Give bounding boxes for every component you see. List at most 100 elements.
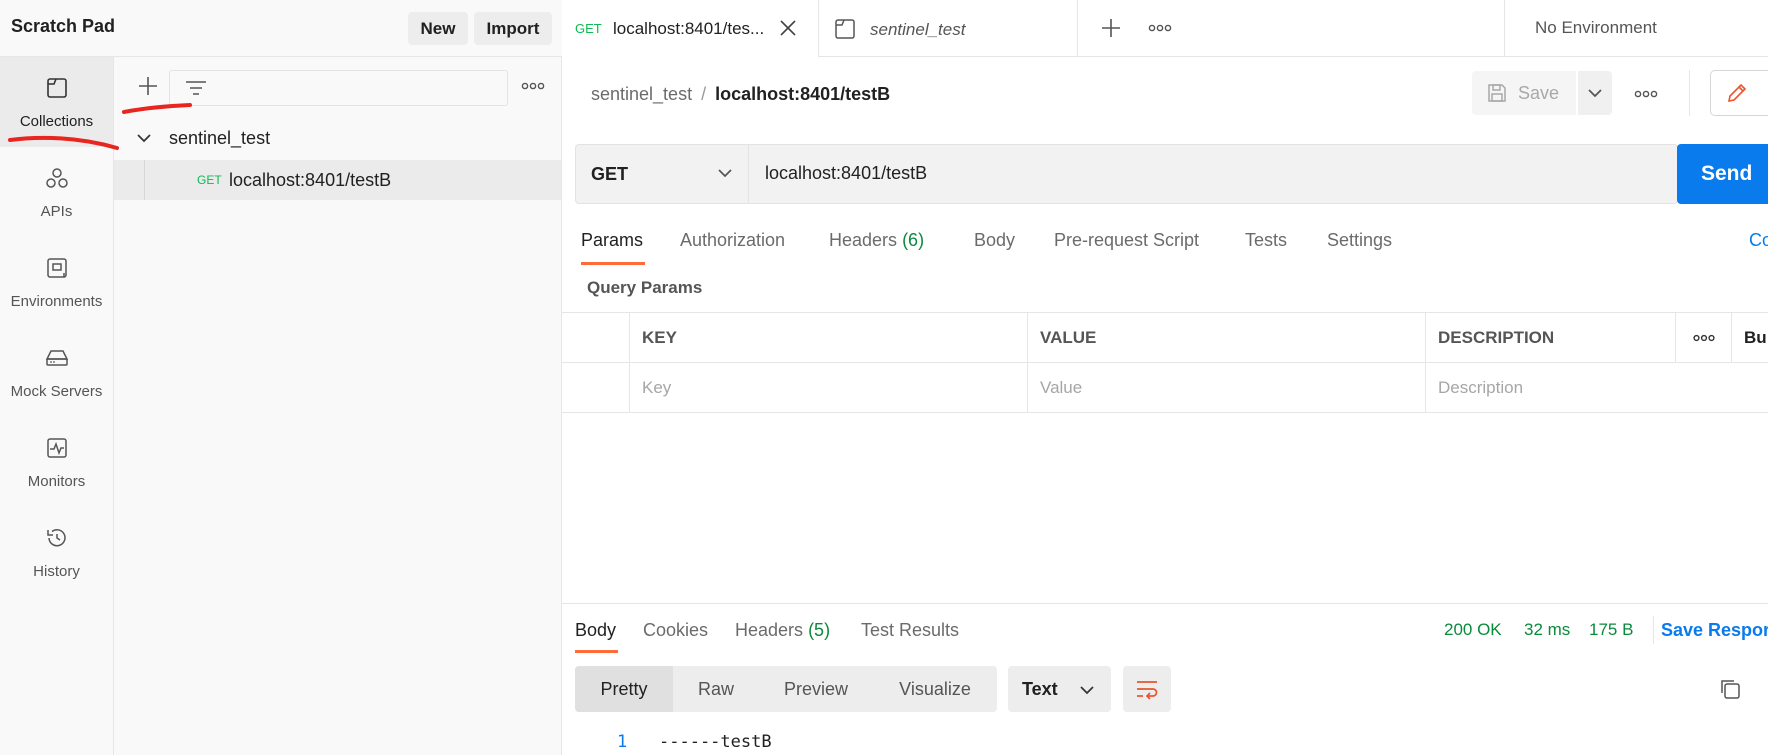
sidebar-item-label: Monitors <box>27 472 86 490</box>
bulk-edit-link[interactable]: Bu <box>1731 313 1768 363</box>
chevron-down-icon <box>1588 89 1602 98</box>
response-panel: Body Cookies Headers (5) Test Results 20… <box>562 603 1768 755</box>
response-tab-headers[interactable]: Headers (5) <box>735 620 830 641</box>
copy-button[interactable] <box>1717 676 1743 702</box>
more-horizontal-icon <box>1634 90 1658 98</box>
chevron-down-icon <box>718 169 732 178</box>
response-time[interactable]: 32 ms <box>1524 620 1570 640</box>
breadcrumb: sentinel_test / localhost:8401/testB <box>591 84 890 105</box>
format-raw[interactable]: Raw <box>673 666 759 712</box>
sidebar-item-label: APIs <box>40 202 73 220</box>
response-body-line[interactable]: ------testB <box>659 732 772 752</box>
wrap-lines-button[interactable] <box>1123 666 1171 712</box>
tab-title: sentinel_test <box>870 20 966 39</box>
sidebar-item-label: Collections <box>19 112 94 130</box>
save-button[interactable]: Save <box>1472 71 1576 115</box>
mock-server-icon <box>44 345 70 375</box>
apis-icon <box>44 165 70 195</box>
breadcrumb-request: localhost:8401/testB <box>715 84 891 104</box>
method-label: GET <box>591 163 629 184</box>
tab-prerequest-script[interactable]: Pre-request Script <box>1054 230 1199 251</box>
plus-icon <box>139 77 157 95</box>
column-options-button[interactable] <box>1675 313 1731 363</box>
sidebar-item-label: Environments <box>10 292 103 310</box>
import-button[interactable]: Import <box>474 12 552 45</box>
filter-icon <box>186 81 206 95</box>
status-badge[interactable]: 200 OK <box>1444 620 1502 640</box>
more-horizontal-icon <box>1148 24 1172 32</box>
filter-input[interactable] <box>169 70 508 106</box>
chevron-down-icon <box>1080 686 1094 695</box>
request-url-bar: GET localhost:8401/testB <box>575 144 1678 204</box>
response-tab-body[interactable]: Body <box>575 620 616 641</box>
tab-method-badge: GET <box>575 21 602 36</box>
create-collection-button[interactable] <box>134 72 162 100</box>
sidebar-item-label: History <box>33 562 80 580</box>
save-group: Save <box>1472 71 1612 115</box>
pencil-icon <box>1727 83 1747 103</box>
sidebar-item-mock-servers[interactable]: Mock Servers <box>0 327 113 417</box>
sidebar-item-collections[interactable]: Collections <box>0 57 113 147</box>
request-method-badge: GET <box>197 173 222 187</box>
query-params-table: KEY VALUE DESCRIPTION Bu Key Value Descr… <box>562 312 1768 413</box>
send-button[interactable]: Send <box>1677 144 1768 204</box>
environments-icon <box>44 255 70 285</box>
language-select[interactable]: Text <box>1008 666 1111 712</box>
value-input[interactable]: Value <box>1027 363 1425 413</box>
tab-params[interactable]: Params <box>581 230 643 251</box>
workspace-title: Scratch Pad <box>11 16 116 36</box>
main-area: GET localhost:8401/tes... sentinel_test … <box>562 0 1768 755</box>
sidebar-item-history[interactable]: History <box>0 507 113 597</box>
sidebar-item-apis[interactable]: APIs <box>0 147 113 237</box>
line-number: 1 <box>617 732 628 752</box>
tab-request[interactable]: GET localhost:8401/tes... <box>562 0 819 57</box>
more-horizontal-icon <box>1692 334 1715 342</box>
column-header-value: VALUE <box>1027 313 1425 363</box>
response-headers-count: (5) <box>808 620 831 640</box>
new-button[interactable]: New <box>408 12 468 45</box>
collection-item[interactable]: sentinel_test <box>114 118 561 158</box>
more-horizontal-icon <box>521 82 545 90</box>
environment-selector[interactable]: No Environment <box>1504 0 1768 57</box>
sidebar-nav: Collections APIs Environments Mock Serve… <box>0 57 114 755</box>
tab-settings[interactable]: Settings <box>1327 230 1392 251</box>
cookies-link[interactable]: Co <box>1749 230 1768 251</box>
url-input[interactable]: localhost:8401/testB <box>765 163 927 184</box>
format-visualize[interactable]: Visualize <box>873 666 997 712</box>
request-item[interactable]: GET localhost:8401/testB <box>114 160 561 200</box>
save-options-button[interactable] <box>1578 71 1612 115</box>
sidebar-item-monitors[interactable]: Monitors <box>0 417 113 507</box>
key-input[interactable]: Key <box>629 363 1027 413</box>
save-label: Save <box>1518 82 1560 103</box>
monitor-icon <box>44 435 70 465</box>
collections-icon <box>44 75 70 105</box>
new-tab-button[interactable] <box>1098 15 1124 41</box>
tab-authorization[interactable]: Authorization <box>680 230 785 251</box>
collections-more-button[interactable] <box>518 74 548 98</box>
plus-icon <box>1102 19 1120 37</box>
copy-icon <box>1721 680 1740 699</box>
tab-tests[interactable]: Tests <box>1245 230 1287 251</box>
tab-body[interactable]: Body <box>974 230 1015 251</box>
tabs-more-button[interactable] <box>1146 16 1174 40</box>
request-more-button[interactable] <box>1632 84 1660 104</box>
breadcrumb-collection[interactable]: sentinel_test <box>591 84 692 104</box>
tree-guide-line <box>144 160 145 200</box>
language-label: Text <box>1022 678 1058 699</box>
sidebar-item-environments[interactable]: Environments <box>0 237 113 327</box>
format-toggle: Pretty Raw Preview Visualize <box>575 666 997 712</box>
column-header-key: KEY <box>629 313 1027 363</box>
tab-collection[interactable]: sentinel_test <box>820 0 1078 57</box>
description-input[interactable]: Description <box>1425 363 1768 413</box>
tab-headers[interactable]: Headers (6) <box>829 230 924 251</box>
save-response-button[interactable]: Save Respor <box>1661 620 1768 641</box>
close-icon[interactable] <box>779 19 797 37</box>
response-tab-test-results[interactable]: Test Results <box>861 620 959 641</box>
edit-button[interactable] <box>1710 70 1768 116</box>
column-header-description: DESCRIPTION <box>1425 313 1675 363</box>
response-size[interactable]: 175 B <box>1589 620 1633 640</box>
format-pretty[interactable]: Pretty <box>575 666 673 712</box>
response-tab-cookies[interactable]: Cookies <box>643 620 708 641</box>
format-preview[interactable]: Preview <box>759 666 873 712</box>
method-select[interactable]: GET <box>576 145 749 203</box>
